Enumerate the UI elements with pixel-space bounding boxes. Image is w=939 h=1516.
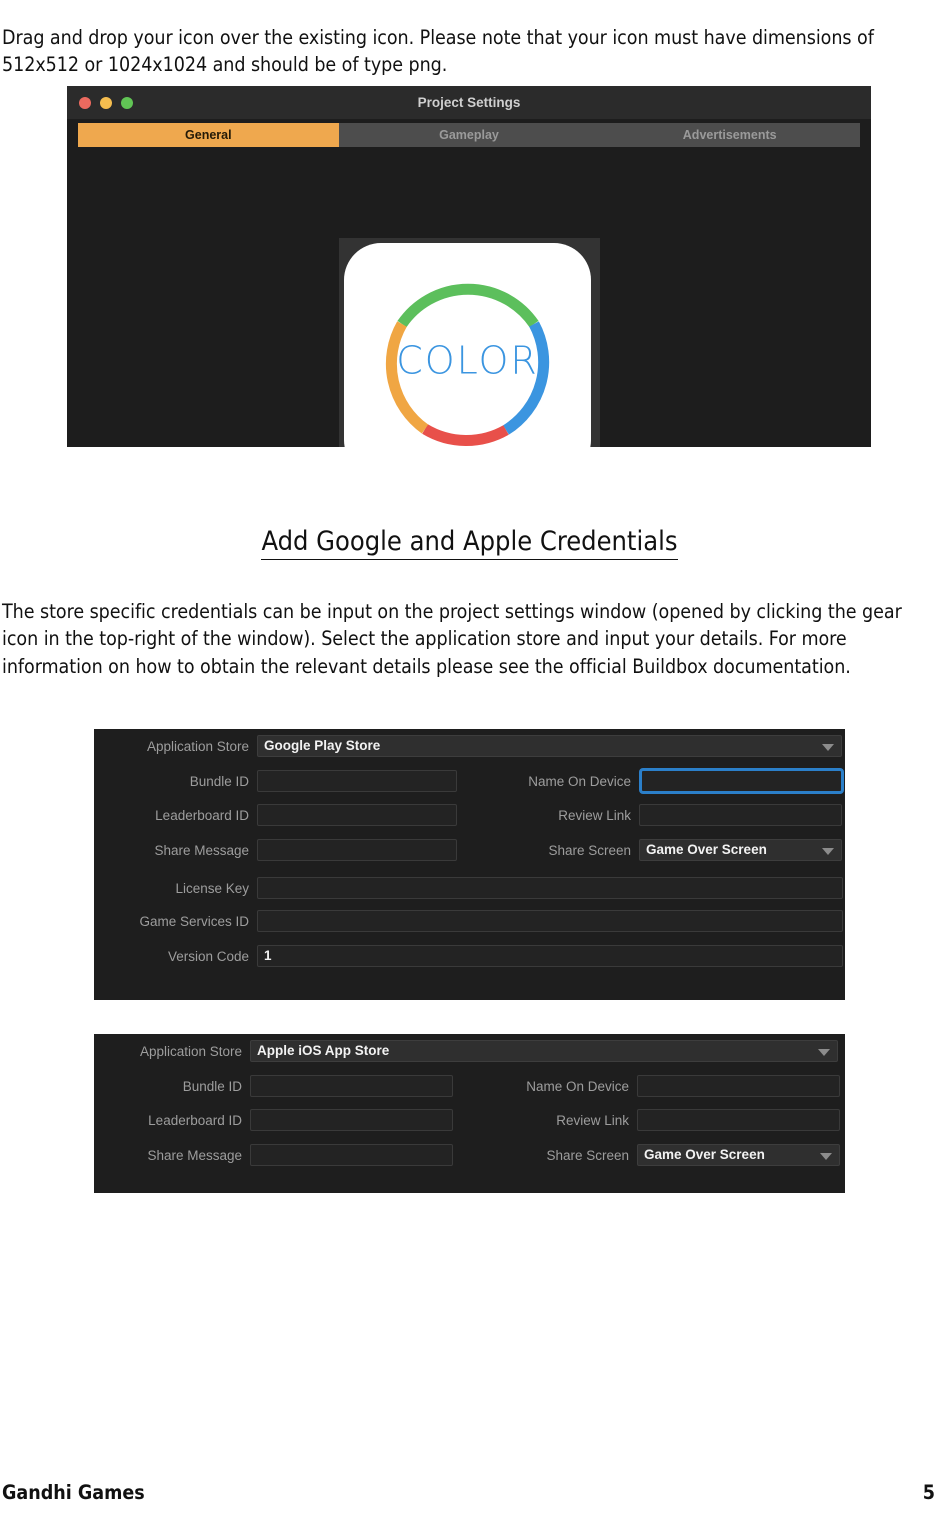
intro-paragraph: Drag and drop your icon over the existin… (2, 25, 874, 77)
input-leaderboard-id[interactable] (257, 804, 457, 826)
input-version-code[interactable]: 1 (257, 945, 843, 967)
select-share-screen[interactable]: Game Over Screen (639, 839, 842, 861)
window-title: Project Settings (417, 95, 521, 110)
app-icon-label: COLOR (396, 338, 539, 382)
tab-general[interactable]: General (78, 123, 339, 147)
label-version-code: Version Code (167, 948, 249, 964)
tab-advertisements[interactable]: Advertisements (599, 123, 860, 147)
google-store-settings-panel: Application Store Google Play Store Bund… (94, 729, 845, 1000)
project-settings-window: Project Settings General Gameplay Advert… (67, 86, 871, 447)
input-review-link[interactable] (637, 1109, 840, 1131)
row-game-services-id: Game Services ID (94, 910, 843, 932)
input-name-on-device[interactable] (639, 768, 844, 794)
page-footer: Gandhi Games 5 (0, 1481, 939, 1511)
row-version-code: Version Code 1 (94, 945, 843, 967)
label-share-message: Share Message (147, 1147, 242, 1163)
label-share-message: Share Message (154, 842, 249, 858)
footer-page-number: 5 (922, 1481, 935, 1504)
input-bundle-id[interactable] (250, 1075, 453, 1097)
chevron-down-icon (822, 744, 834, 751)
row-license-key: License Key (94, 877, 843, 899)
chevron-down-icon (822, 848, 834, 855)
select-application-store-value: Google Play Store (264, 738, 381, 753)
apple-store-settings-panel: Application Store Apple iOS App Store Bu… (94, 1034, 845, 1193)
section-heading-text: Add Google and Apple Credentials (261, 526, 678, 561)
label-bundle-id: Bundle ID (189, 773, 249, 789)
input-leaderboard-id[interactable] (250, 1109, 453, 1131)
label-review-link: Review Link (556, 1112, 629, 1128)
row-application-store: Application Store Google Play Store (94, 735, 842, 757)
input-share-message[interactable] (250, 1144, 453, 1166)
label-game-services-id: Game Services ID (139, 913, 249, 929)
label-bundle-id: Bundle ID (182, 1078, 242, 1094)
label-name-on-device: Name On Device (528, 773, 631, 789)
settings-window-body: COLOR (67, 152, 871, 447)
label-share-screen: Share Screen (548, 842, 631, 858)
label-application-store: Application Store (146, 738, 249, 754)
row-application-store: Application Store Apple iOS App Store (94, 1040, 838, 1062)
row-leaderboard-id: Leaderboard ID (94, 1109, 453, 1131)
label-license-key: License Key (175, 880, 249, 896)
input-name-on-device[interactable] (637, 1075, 840, 1097)
input-license-key[interactable] (257, 877, 843, 899)
label-application-store: Application Store (139, 1043, 242, 1059)
app-icon-preview[interactable]: COLOR (344, 243, 591, 447)
input-bundle-id[interactable] (257, 770, 457, 792)
row-bundle-id: Bundle ID (94, 770, 457, 792)
chevron-down-icon (820, 1153, 832, 1160)
input-review-link[interactable] (639, 804, 842, 826)
window-titlebar: Project Settings (67, 86, 871, 119)
chevron-down-icon (818, 1049, 830, 1056)
row-share-screen: Share Screen Game Over Screen (474, 1144, 840, 1166)
footer-author: Gandhi Games (2, 1481, 145, 1504)
row-name-on-device: Name On Device (484, 768, 844, 794)
row-share-screen: Share Screen Game Over Screen (484, 839, 842, 861)
select-share-screen[interactable]: Game Over Screen (637, 1144, 840, 1166)
icon-drop-area[interactable]: COLOR (339, 238, 600, 447)
credentials-paragraph: The store specific credentials can be in… (2, 599, 902, 678)
page-section-heading: Add Google and Apple Credentials (0, 526, 939, 561)
select-application-store[interactable]: Apple iOS App Store (250, 1040, 838, 1062)
row-share-message: Share Message (94, 1144, 453, 1166)
row-bundle-id: Bundle ID (94, 1075, 453, 1097)
row-review-link: Review Link (474, 1109, 840, 1131)
input-game-services-id[interactable] (257, 910, 843, 932)
row-review-link: Review Link (484, 804, 842, 826)
label-leaderboard-id: Leaderboard ID (155, 807, 249, 823)
input-share-message[interactable] (257, 839, 457, 861)
select-application-store[interactable]: Google Play Store (257, 735, 842, 757)
settings-tab-bar: General Gameplay Advertisements (78, 123, 860, 147)
input-version-code-value: 1 (264, 948, 272, 963)
row-name-on-device: Name On Device (474, 1075, 840, 1097)
label-leaderboard-id: Leaderboard ID (148, 1112, 242, 1128)
row-leaderboard-id: Leaderboard ID (94, 804, 457, 826)
label-name-on-device: Name On Device (526, 1078, 629, 1094)
row-share-message: Share Message (94, 839, 457, 861)
select-share-screen-value: Game Over Screen (646, 842, 767, 857)
color-ring-icon: COLOR (365, 258, 570, 448)
tab-gameplay[interactable]: Gameplay (339, 123, 600, 147)
label-review-link: Review Link (558, 807, 631, 823)
label-share-screen: Share Screen (546, 1147, 629, 1163)
select-share-screen-value: Game Over Screen (644, 1147, 765, 1162)
select-application-store-value: Apple iOS App Store (257, 1043, 390, 1058)
